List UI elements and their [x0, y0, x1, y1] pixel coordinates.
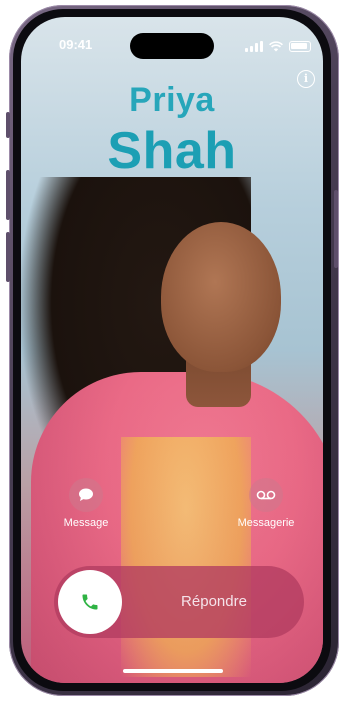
answer-slider[interactable]: Répondre — [54, 566, 304, 638]
voicemail-label: Messagerie — [237, 517, 295, 529]
caller-last-name: Shah — [107, 122, 237, 180]
volume-down-button — [6, 232, 10, 282]
phone-icon — [82, 594, 98, 610]
voicemail-icon — [256, 490, 276, 500]
wifi-icon — [269, 40, 283, 51]
battery-icon — [289, 40, 311, 52]
power-button — [334, 190, 338, 268]
message-label: Message — [63, 517, 109, 529]
home-indicator[interactable] — [123, 669, 223, 673]
speech-bubble-icon — [79, 488, 93, 501]
dynamic-island — [130, 33, 214, 59]
status-time: 09:41 — [59, 37, 93, 52]
volume-up-button — [6, 170, 10, 220]
cellular-signal-icon — [245, 40, 263, 52]
answer-label: Répondre — [181, 593, 247, 610]
voicemail-button[interactable] — [249, 478, 283, 512]
message-button[interactable] — [69, 478, 103, 512]
action-button — [6, 112, 10, 138]
answer-knob[interactable] — [58, 570, 122, 634]
caller-first-name: Priya — [129, 81, 215, 119]
status-icons — [245, 37, 311, 55]
incoming-call-screen: 09:41 i Priya Shah Message Messagerie Ré… — [21, 17, 323, 683]
